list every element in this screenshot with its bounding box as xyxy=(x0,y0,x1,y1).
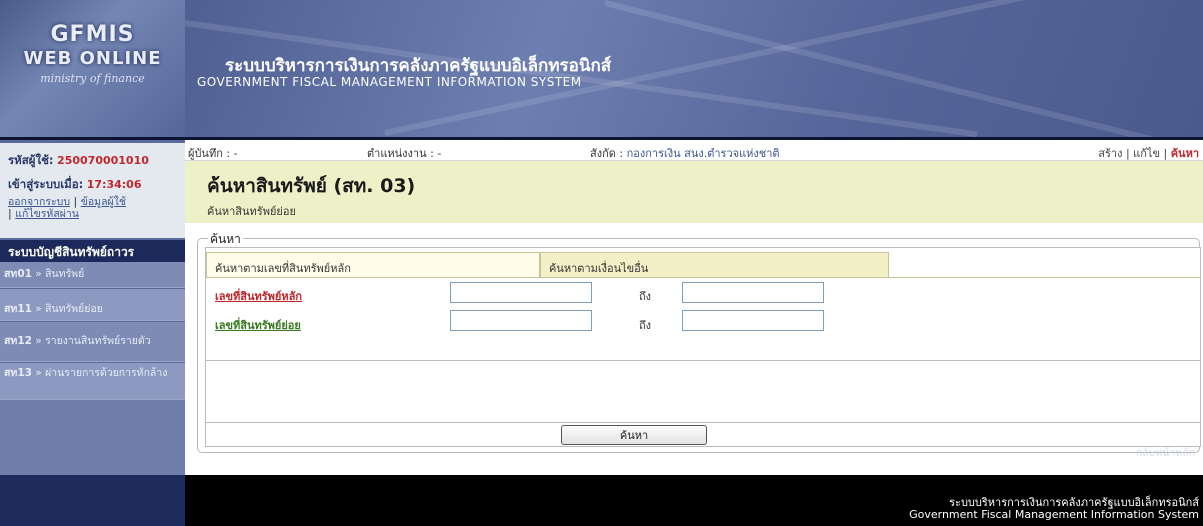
to-label: ถึง xyxy=(639,290,652,303)
menu-item-offset-posting[interactable]: สท13 » ผ่านรายการด้วยการหักล้าง xyxy=(0,363,185,400)
recorder-info: ผู้บันทึก : - xyxy=(188,147,238,160)
sub-asset-from-input[interactable] xyxy=(450,310,592,331)
logout-link[interactable]: ออกจากระบบ xyxy=(8,196,70,208)
divider xyxy=(205,360,1201,361)
login-time-row: เข้าสู่ระบบเมื่อ: 17:34:06 xyxy=(8,176,185,194)
info-bar: ผู้บันทึก : - ตำแหน่งงาน : - สังกัด : กอ… xyxy=(185,141,1203,161)
sidebar-bottom xyxy=(0,475,185,526)
divider xyxy=(205,422,1201,423)
menu-item-asset[interactable]: สท01 » สินทรัพย์ xyxy=(0,262,185,288)
footer-english-text: Government Fiscal Management Information… xyxy=(909,508,1199,521)
action-links: สร้าง | แก้ไข | ค้นหา xyxy=(1098,147,1199,160)
menu-item-sub-asset[interactable]: สท11 » สินทรัพย์ย่อย xyxy=(0,289,185,321)
user-id-label: รหัสผู้ใช้: xyxy=(8,153,54,167)
tab-divider xyxy=(889,277,1200,278)
sub-asset-to-input[interactable] xyxy=(682,310,824,331)
page-title: ค้นหาสินทรัพย์ (สท. 03) xyxy=(207,175,416,197)
logo-text: WEB ONLINE xyxy=(23,48,162,69)
user-id-value: 250070001010 xyxy=(57,154,149,167)
search-button[interactable]: ค้นหา xyxy=(561,425,707,445)
logo-text: GFMIS xyxy=(50,22,135,47)
profile-link[interactable]: ข้อมูลผู้ใช้ xyxy=(81,196,126,208)
page-subtitle: ค้นหาสินทรัพย์ย่อย xyxy=(207,205,296,218)
footer: ระบบบริหารการเงินการคลังภาครัฐแบบอิเล็กท… xyxy=(185,475,1203,526)
affiliation-info: สังกัด : กองการเงิน สนง.ตำรวจแห่งชาติ xyxy=(590,147,780,160)
menu-footer xyxy=(0,400,185,475)
title-band: ค้นหาสินทรัพย์ (สท. 03) ค้นหาสินทรัพย์ย่… xyxy=(185,161,1203,223)
menu-item-asset-report[interactable]: สท12 » รายงานสินทรัพย์รายตัว xyxy=(0,322,185,362)
main-asset-label[interactable]: เลขที่สินทรัพย์หลัก xyxy=(215,287,302,305)
user-id-row: รหัสผู้ใช้: 250070001010 xyxy=(8,152,185,170)
change-password-link[interactable]: แก้ไขรหัสผ่าน xyxy=(15,208,79,220)
to-label: ถึง xyxy=(639,319,652,332)
banner-english-title: GOVERNMENT FISCAL MANAGEMENT INFORMATION… xyxy=(197,75,582,89)
user-info-box: รหัสผู้ใช้: 250070001010 เข้าสู่ระบบเมื่… xyxy=(0,143,185,238)
sub-asset-label[interactable]: เลขที่สินทรัพย์ย่อย xyxy=(215,316,301,334)
create-link[interactable]: สร้าง xyxy=(1098,147,1122,160)
search-link[interactable]: ค้นหา xyxy=(1171,147,1199,160)
menu-header: ระบบบัญชีสินทรัพย์ถาวร xyxy=(0,240,185,262)
edit-link[interactable]: แก้ไข xyxy=(1133,147,1160,160)
main-asset-to-input[interactable] xyxy=(682,282,824,303)
gfmis-logo: GFMIS WEB ONLINE ministry of finance xyxy=(0,0,185,140)
position-info: ตำแหน่งงาน : - xyxy=(367,147,442,160)
main-asset-from-input[interactable] xyxy=(450,282,592,303)
tab-other-conditions[interactable]: ค้นหาตามเงื่อนไขอื่น xyxy=(540,252,889,278)
user-links: ออกจากระบบ | ข้อมูลผู้ใช้ | แก้ไขรหัสผ่า… xyxy=(8,195,126,221)
login-time-label: เข้าสู่ระบบเมื่อ: xyxy=(8,177,84,191)
login-time-value: 17:34:06 xyxy=(86,178,142,191)
header-banner: ระบบบริหารการเงินการคลังภาครัฐแบบอิเล็กท… xyxy=(185,0,1203,140)
tab-main-asset[interactable]: ค้นหาตามเลขที่สินทรัพย์หลัก xyxy=(206,252,540,278)
logo-text: ministry of finance xyxy=(40,72,145,85)
